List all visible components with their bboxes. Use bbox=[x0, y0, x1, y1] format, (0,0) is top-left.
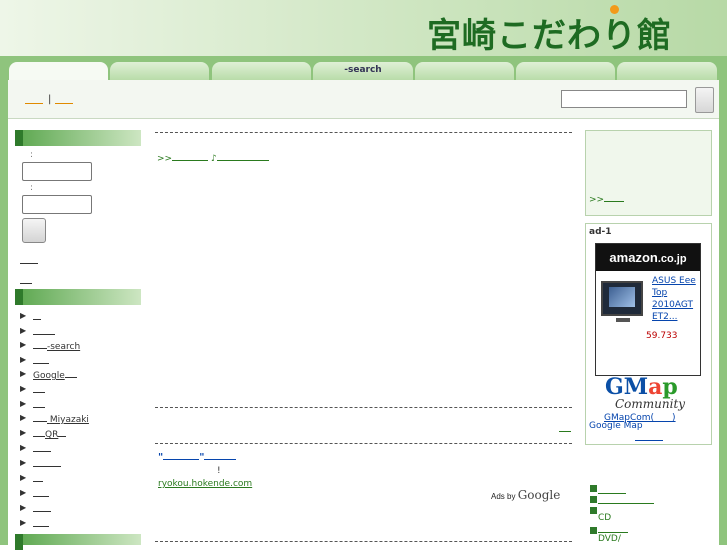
amazon-ad-card[interactable]: amazon.co.jp ASUS Eee Top 2010AGT ET2...… bbox=[595, 243, 701, 376]
divider bbox=[155, 443, 572, 444]
tab-5[interactable] bbox=[415, 62, 514, 80]
right-more-link-label: >> bbox=[589, 195, 605, 205]
category-dvd[interactable]: DVD/ bbox=[598, 534, 621, 544]
category-link-1[interactable] bbox=[598, 493, 626, 494]
nav-item-label: -search bbox=[47, 342, 81, 352]
more-link-center[interactable] bbox=[559, 431, 571, 432]
bottom-section-header bbox=[15, 534, 141, 550]
divider bbox=[155, 132, 572, 133]
tab-6[interactable] bbox=[516, 62, 615, 80]
google-map-link[interactable]: Google Map bbox=[589, 421, 643, 431]
site-header: 宮崎こだわり館 bbox=[0, 0, 727, 56]
toolbar-link-2[interactable] bbox=[55, 103, 73, 104]
triangle-right-icon: ▶ bbox=[20, 384, 27, 393]
menu-section-header bbox=[15, 289, 141, 305]
triangle-right-icon: ▶ bbox=[20, 503, 27, 512]
ads-by-label: Ads by bbox=[491, 492, 516, 501]
triangle-right-icon: ▶ bbox=[20, 369, 27, 378]
username-field[interactable] bbox=[22, 162, 92, 181]
category-link-2[interactable] bbox=[598, 503, 654, 504]
password-field[interactable] bbox=[22, 195, 92, 214]
search-button[interactable] bbox=[695, 87, 714, 113]
triangle-right-icon: ▶ bbox=[20, 473, 27, 482]
triangle-right-icon: ▶ bbox=[20, 518, 27, 527]
triangle-right-icon: ▶ bbox=[20, 413, 27, 422]
divider bbox=[155, 407, 572, 408]
amazon-logo-text: amazon bbox=[609, 250, 658, 265]
product-name-link[interactable]: ASUS Eee Top 2010AGT ET2... bbox=[652, 275, 698, 323]
intro-link[interactable]: >> ♪ bbox=[157, 152, 269, 164]
triangle-right-icon: ▶ bbox=[20, 428, 27, 437]
category-cd[interactable]: CD bbox=[598, 513, 611, 523]
forgot-password-link[interactable] bbox=[20, 283, 32, 284]
toolbar-separator: | bbox=[48, 94, 52, 105]
triangle-right-icon: ▶ bbox=[20, 443, 27, 452]
triangle-right-icon: ▶ bbox=[20, 326, 27, 335]
nav-item-label: Google bbox=[33, 371, 65, 381]
site-logo[interactable]: 宮崎こだわり館 bbox=[427, 8, 672, 57]
ad-url[interactable]: ryokou.hokende.com bbox=[158, 479, 252, 489]
intro-link-prefix: >> bbox=[157, 154, 173, 164]
gmap-community-logo[interactable]: GMap Community bbox=[605, 376, 690, 410]
product-price: 59.733 bbox=[646, 331, 678, 341]
category-link-4[interactable] bbox=[598, 532, 628, 533]
tab-3[interactable] bbox=[212, 62, 311, 80]
bullet-square-icon bbox=[590, 496, 597, 503]
triangle-right-icon: ▶ bbox=[20, 458, 27, 467]
login-button[interactable] bbox=[22, 218, 46, 243]
toolbar-link-1[interactable] bbox=[25, 103, 43, 104]
divider bbox=[155, 541, 572, 542]
username-label: : bbox=[30, 150, 34, 160]
triangle-right-icon: ▶ bbox=[20, 399, 27, 408]
amazon-logo-domain: .co.jp bbox=[657, 253, 687, 265]
gmap-extra-link[interactable] bbox=[635, 440, 663, 441]
register-link[interactable] bbox=[20, 263, 38, 264]
login-section-header bbox=[15, 130, 141, 146]
right-more-link[interactable]: >> bbox=[589, 193, 625, 205]
triangle-right-icon: ▶ bbox=[20, 311, 27, 320]
ad-title-link[interactable]: " " bbox=[158, 451, 237, 463]
product-image-stand bbox=[616, 318, 630, 322]
triangle-right-icon: ▶ bbox=[20, 488, 27, 497]
amazon-logo: amazon.co.jp bbox=[596, 244, 700, 271]
ads-by-google[interactable]: Ads by Google bbox=[491, 488, 560, 502]
ad-label: ad-1 bbox=[589, 227, 612, 237]
gmap-logo-mark: GMap bbox=[605, 376, 690, 398]
bullet-square-icon bbox=[590, 527, 597, 534]
bullet-square-icon bbox=[590, 485, 597, 492]
triangle-right-icon: ▶ bbox=[20, 340, 27, 349]
nav-item-label: Miyazaki bbox=[49, 415, 89, 425]
password-label: : bbox=[30, 183, 34, 193]
ad-text: ! bbox=[217, 466, 221, 476]
triangle-right-icon: ▶ bbox=[20, 355, 27, 364]
product-image[interactable] bbox=[601, 281, 643, 316]
tab-7[interactable] bbox=[617, 62, 717, 80]
tab-search[interactable]: -search bbox=[313, 62, 413, 80]
gmap-logo-community: Community bbox=[615, 397, 686, 411]
bullet-square-icon bbox=[590, 507, 597, 514]
google-logo: Google bbox=[517, 488, 561, 502]
nav-item-label: QR bbox=[45, 430, 59, 440]
search-input[interactable] bbox=[561, 90, 687, 108]
tab-2[interactable] bbox=[110, 62, 209, 80]
